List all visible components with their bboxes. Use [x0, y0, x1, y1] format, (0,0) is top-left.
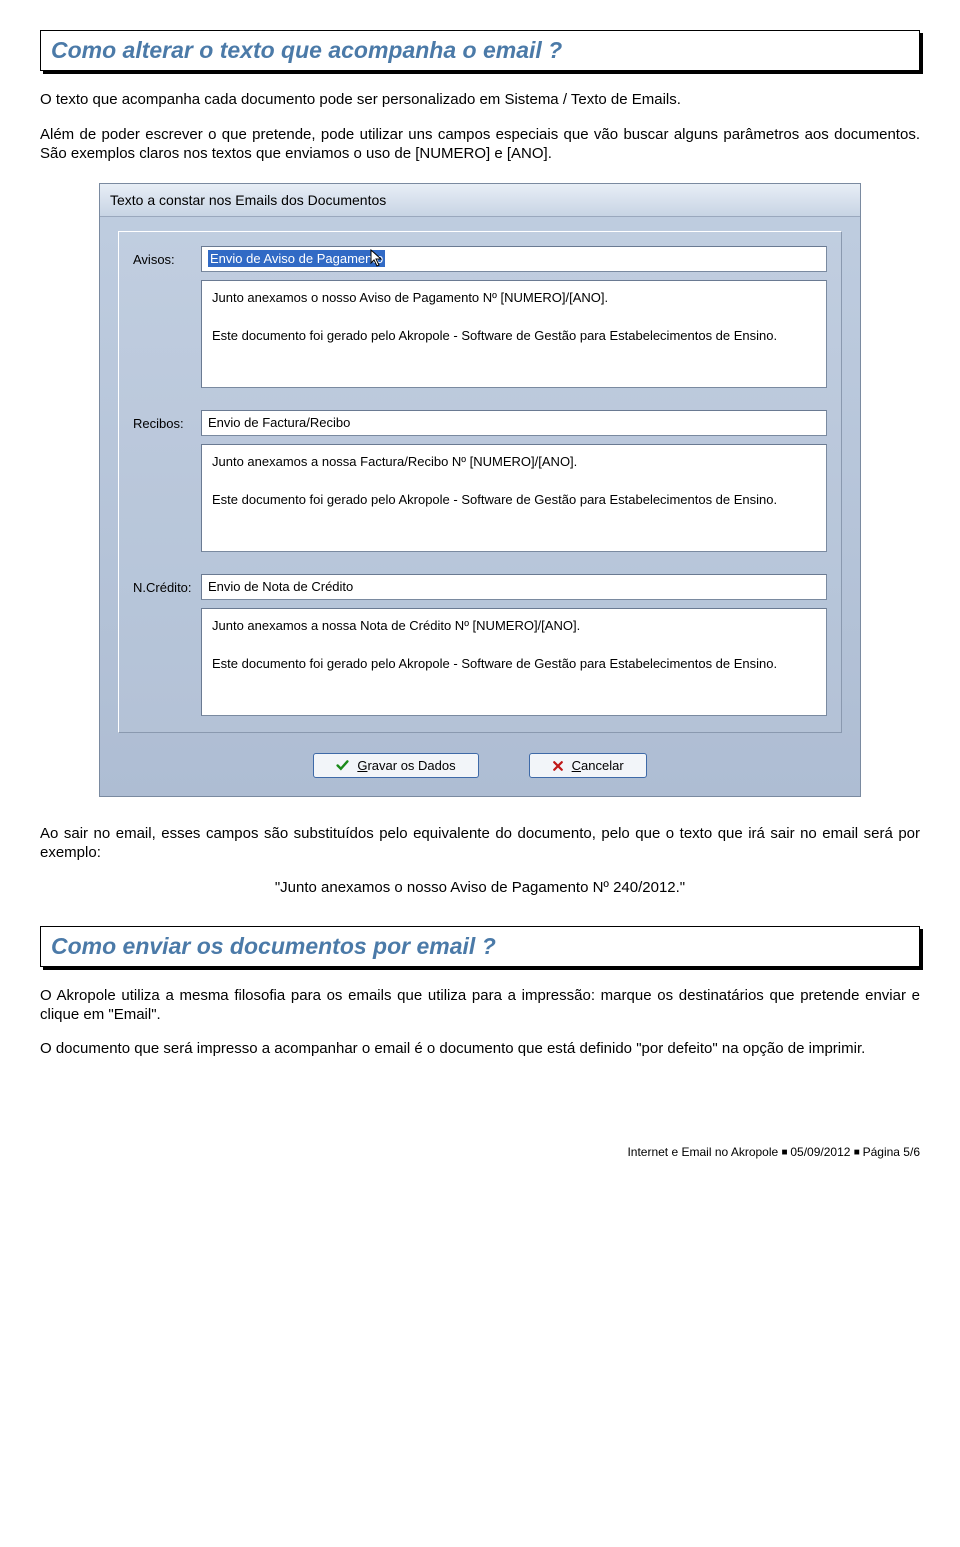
ncredito-body-textarea[interactable]: Junto anexamos a nossa Nota de Crédito N…: [201, 608, 827, 716]
ncredito-subject-input[interactable]: Envio de Nota de Crédito: [201, 574, 827, 600]
page-footer: Internet e Email no Akropole ■ 05/09/201…: [0, 1095, 960, 1171]
paragraph: Ao sair no email, esses campos são subst…: [40, 825, 920, 863]
email-text-settings-window: Texto a constar nos Emails dos Documento…: [99, 183, 861, 797]
save-button-label: Gravar os Dados: [357, 758, 455, 773]
example-quote: "Junto anexamos o nosso Aviso de Pagamen…: [40, 879, 920, 896]
textarea-line: Junto anexamos a nossa Factura/Recibo Nº…: [212, 453, 816, 472]
footer-date: 05/09/2012: [790, 1145, 850, 1159]
recibos-body-textarea[interactable]: Junto anexamos a nossa Factura/Recibo Nº…: [201, 444, 827, 552]
cancel-button-label: Cancelar: [572, 758, 624, 773]
recibos-label: Recibos:: [133, 416, 201, 431]
save-button[interactable]: Gravar os Dados: [313, 753, 478, 778]
paragraph: Além de poder escrever o que pretende, p…: [40, 126, 920, 164]
textarea-line: Junto anexamos o nosso Aviso de Pagament…: [212, 289, 816, 308]
textarea-line: Este documento foi gerado pelo Akropole …: [212, 327, 816, 346]
paragraph: O texto que acompanha cada documento pod…: [40, 91, 920, 110]
cancel-button[interactable]: Cancelar: [529, 753, 647, 778]
textarea-line: Este documento foi gerado pelo Akropole …: [212, 491, 816, 510]
textarea-line: Junto anexamos a nossa Nota de Crédito N…: [212, 617, 816, 636]
textarea-line: Este documento foi gerado pelo Akropole …: [212, 655, 816, 674]
footer-title: Internet e Email no Akropole: [627, 1145, 778, 1159]
footer-page: Página 5/6: [863, 1145, 920, 1159]
avisos-label: Avisos:: [133, 252, 201, 267]
check-icon: [336, 759, 349, 772]
avisos-body-textarea[interactable]: Junto anexamos o nosso Aviso de Pagament…: [201, 280, 827, 388]
separator-icon: ■: [854, 1147, 863, 1158]
close-icon: [552, 760, 564, 772]
heading-send-documents: Como enviar os documentos por email ?: [40, 926, 920, 967]
settings-panel: Avisos: Envio de Aviso de Pagamento Junt…: [118, 231, 842, 733]
avisos-subject-input[interactable]: Envio de Aviso de Pagamento: [201, 246, 827, 272]
paragraph: O Akropole utiliza a mesma filosofia par…: [40, 987, 920, 1025]
heading-alter-email-text: Como alterar o texto que acompanha o ema…: [40, 30, 920, 71]
ncredito-label: N.Crédito:: [133, 580, 201, 595]
recibos-subject-input[interactable]: Envio de Factura/Recibo: [201, 410, 827, 436]
paragraph: O documento que será impresso a acompanh…: [40, 1040, 920, 1059]
window-title: Texto a constar nos Emails dos Documento…: [100, 184, 860, 217]
